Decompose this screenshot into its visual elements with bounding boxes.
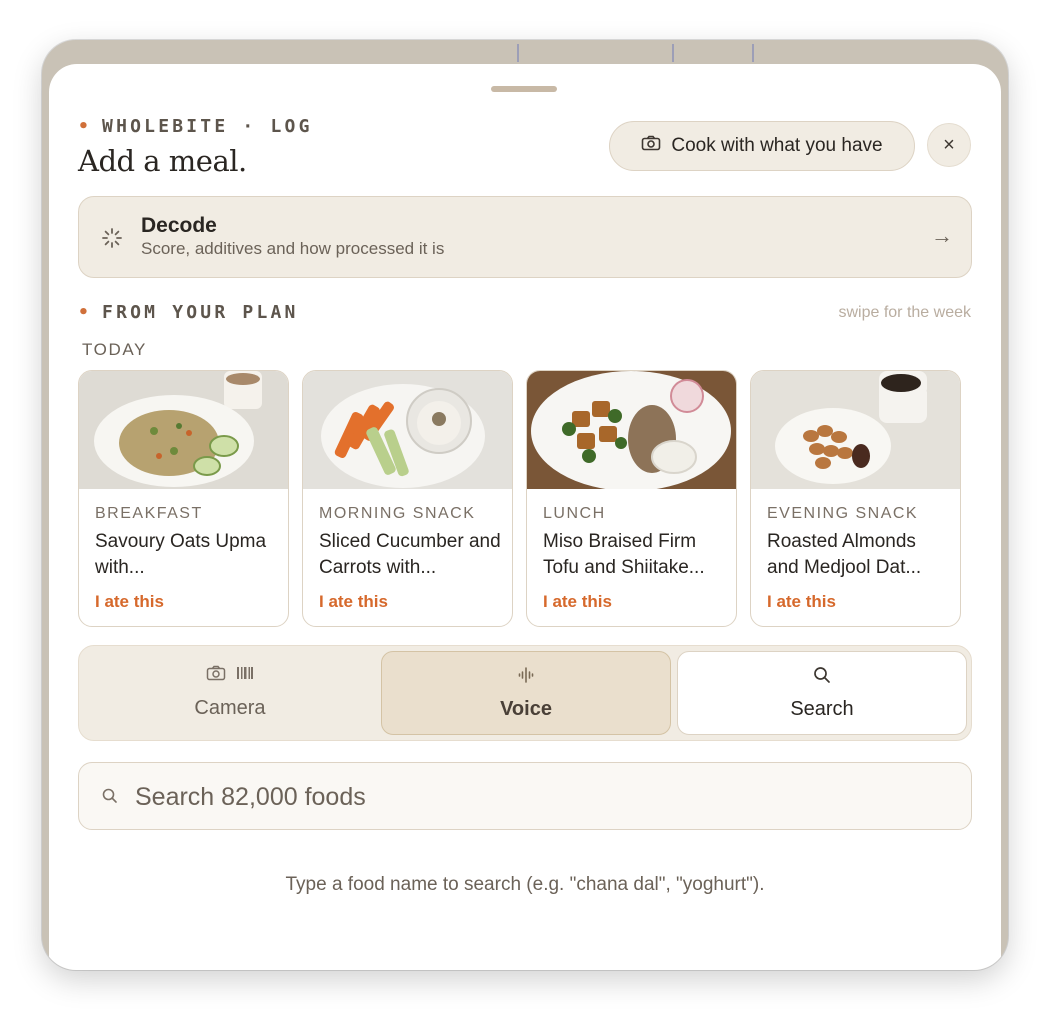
camera-icon xyxy=(206,665,230,685)
meal-photo xyxy=(79,371,288,489)
decode-title: Decode xyxy=(141,214,217,237)
sheet-grabber[interactable] xyxy=(491,86,557,92)
meal-name: Miso Braised Firm Tofu and Shiitake... xyxy=(543,531,705,578)
cook-with-what-you-have-button[interactable]: Cook with what you have xyxy=(609,121,915,171)
mode-search-label: Search xyxy=(790,698,854,720)
section-heading: • FROM YOUR PLAN xyxy=(78,302,299,323)
close-icon: × xyxy=(943,133,955,156)
app-window: • WHOLEBITE · LOG Add a meal. Cook with w… xyxy=(42,40,1008,970)
search-icon xyxy=(101,787,119,810)
decode-subtitle: Score, additives and how processed it is xyxy=(141,239,445,258)
accent-dot: • xyxy=(78,116,93,137)
add-meal-sheet: • WHOLEBITE · LOG Add a meal. Cook with w… xyxy=(49,64,1001,970)
meal-type: LUNCH xyxy=(543,505,606,522)
food-search-input[interactable] xyxy=(135,775,935,819)
plan-card[interactable]: EVENING SNACK Roasted Almonds and Medjoo… xyxy=(750,370,961,627)
swipe-hint: swipe for the week xyxy=(838,304,971,321)
mode-voice[interactable]: Voice xyxy=(381,651,671,735)
search-icon xyxy=(813,667,831,688)
mode-search[interactable]: Search xyxy=(677,651,967,735)
loading-spinner-icon xyxy=(101,227,123,254)
close-button[interactable]: × xyxy=(927,123,971,167)
i-ate-this-link[interactable]: I ate this xyxy=(319,592,388,612)
page-title: Add a meal. xyxy=(78,144,247,178)
barcode-icon xyxy=(236,667,254,685)
search-hint: Type a food name to search (e.g. "chana … xyxy=(285,874,765,895)
i-ate-this-link[interactable]: I ate this xyxy=(767,592,836,612)
meal-type: MORNING SNACK xyxy=(319,505,476,522)
meal-name: Roasted Almonds and Medjool Dat... xyxy=(767,531,922,578)
mode-camera-label: Camera xyxy=(194,697,266,719)
plan-card[interactable]: BREAKFAST Savoury Oats Upma with... I at… xyxy=(78,370,289,627)
meal-photo xyxy=(751,371,960,489)
cook-button-label: Cook with what you have xyxy=(671,135,883,156)
meal-photo xyxy=(303,371,512,489)
i-ate-this-link[interactable]: I ate this xyxy=(543,592,612,612)
plan-card[interactable]: MORNING SNACK Sliced Cucumber and Carrot… xyxy=(302,370,513,627)
microphone-icon xyxy=(517,667,535,688)
input-mode-selector: Camera Voice Search xyxy=(78,645,972,741)
meal-photo xyxy=(527,371,736,489)
meal-name: Savoury Oats Upma with... xyxy=(95,531,267,578)
decode-card[interactable]: Decode Score, additives and how processe… xyxy=(78,196,972,278)
meal-type: BREAKFAST xyxy=(95,505,203,522)
app-eyebrow: • WHOLEBITE · LOG xyxy=(78,116,313,137)
meal-name: Sliced Cucumber and Carrots with... xyxy=(319,531,501,578)
day-label: TODAY xyxy=(82,340,147,359)
i-ate-this-link[interactable]: I ate this xyxy=(95,592,164,612)
meal-type: EVENING SNACK xyxy=(767,505,919,522)
plan-card[interactable]: LUNCH Miso Braised Firm Tofu and Shiitak… xyxy=(526,370,737,627)
mode-camera[interactable]: Camera xyxy=(85,651,375,735)
mode-voice-label: Voice xyxy=(500,698,552,720)
camera-icon xyxy=(641,135,661,157)
arrow-right-icon: → xyxy=(931,223,953,248)
eyebrow-label: WHOLEBITE · LOG xyxy=(102,116,313,137)
accent-dot: • xyxy=(78,302,93,323)
section-label: FROM YOUR PLAN xyxy=(102,302,299,323)
food-search-box xyxy=(78,762,972,830)
